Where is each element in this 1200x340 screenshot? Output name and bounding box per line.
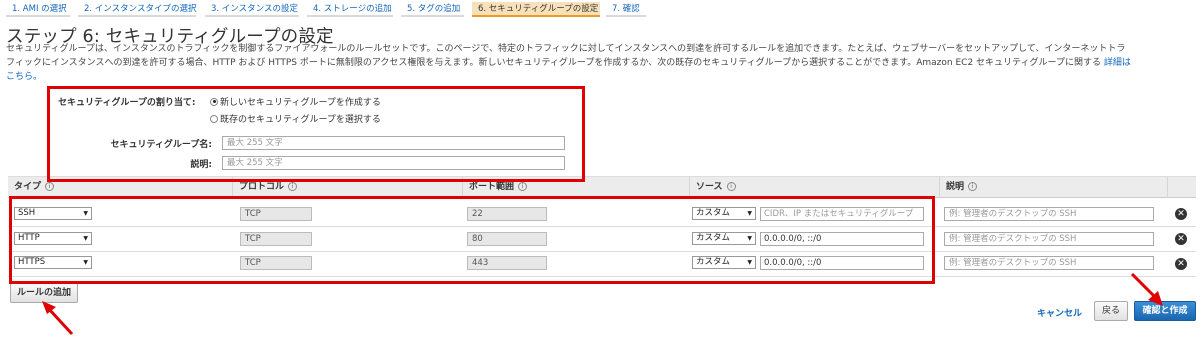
wizard-step-instance-type[interactable]: 2. インスタンスタイプの選択 <box>78 2 196 17</box>
annotation-arrow-icon <box>42 301 74 336</box>
remove-rule-icon[interactable]: ✕ <box>1175 258 1187 270</box>
learn-more-link[interactable]: 詳細は <box>1104 58 1131 68</box>
description-text-2: フィックにインスタンスへの到達を許可する場合、HTTP および HTTPS ポー… <box>6 58 1101 68</box>
wizard-step-configure[interactable]: 3. インスタンスの設定 <box>205 2 299 17</box>
col-header-protocol-label: プロトコル <box>239 182 285 192</box>
info-icon[interactable]: i <box>518 182 528 191</box>
info-icon[interactable]: i <box>45 182 55 191</box>
col-header-type-label: タイプ <box>14 182 42 192</box>
col-header-description: 説明 i <box>940 177 1168 198</box>
info-icon[interactable]: i <box>968 182 978 191</box>
wizard-steps: 1. AMI の選択 2. インスタンスタイプの選択 3. インスタンスの設定 … <box>0 0 1200 20</box>
col-header-source-label: ソース <box>696 182 723 192</box>
rule-description-input[interactable]: 例: 管理者のデスクトップの SSH <box>944 232 1154 246</box>
annotation-box-rules <box>9 196 935 284</box>
back-button[interactable]: 戻る <box>1094 301 1128 321</box>
info-icon[interactable]: i <box>726 182 736 191</box>
info-icon[interactable]: i <box>288 182 298 191</box>
wizard-step-tags[interactable]: 5. タグの追加 <box>401 2 464 17</box>
description-line-1: セキュリティグループは、インスタンスのトラフィックを制御するファイアウォールのル… <box>6 44 1126 54</box>
annotation-box-assign <box>47 86 585 182</box>
cancel-link[interactable]: キャンセル <box>1037 306 1082 319</box>
description-line-2: フィックにインスタンスへの到達を許可する場合、HTTP および HTTPS ポー… <box>6 56 1196 70</box>
learn-more-link-cont[interactable]: こちら。 <box>6 70 1196 84</box>
wizard-step-storage[interactable]: 4. ストレージの追加 <box>307 2 393 17</box>
wizard-step-review[interactable]: 7. 確認 <box>606 2 646 17</box>
wizard-step-security-group[interactable]: 6. セキュリティグループの設定 <box>472 2 600 17</box>
wizard-step-ami[interactable]: 1. AMI の選択 <box>6 2 70 17</box>
col-header-source: ソース i <box>690 177 940 198</box>
page-description: セキュリティグループは、インスタンスのトラフィックを制御するファイアウォールのル… <box>6 42 1196 84</box>
col-header-port-label: ポート範囲 <box>469 182 515 192</box>
annotation-arrow-icon <box>1130 272 1163 306</box>
col-header-description-label: 説明 <box>946 182 965 192</box>
rule-description-input[interactable]: 例: 管理者のデスクトップの SSH <box>944 207 1154 221</box>
remove-rule-icon[interactable]: ✕ <box>1175 233 1187 245</box>
rule-description-input[interactable]: 例: 管理者のデスクトップの SSH <box>944 256 1154 270</box>
remove-rule-icon[interactable]: ✕ <box>1175 208 1187 220</box>
